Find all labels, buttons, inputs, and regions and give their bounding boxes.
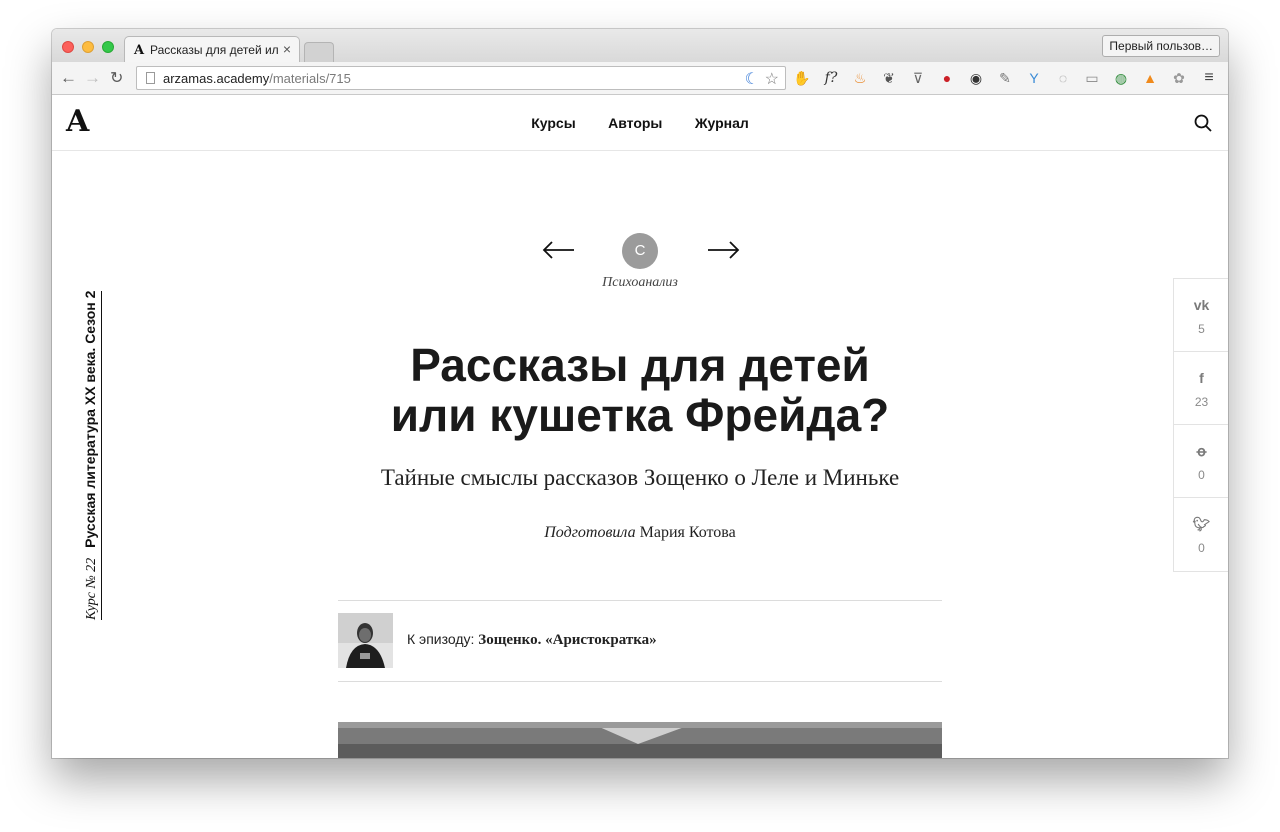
lens-icon[interactable]: ◉ [967,69,985,87]
reader-icon[interactable]: ▭ [1083,69,1101,87]
share-panel: vk 5 f 23 ꝋ 0 🐦︎ 0 [1173,278,1228,572]
facebook-icon: f [1199,370,1204,386]
browser-toolbar: ← → ↻ arzamas.academy/materials/715 ☾ ☆ … [52,62,1228,95]
browser-window: A Рассказы для детей или кушетка Фрейда?… [52,29,1228,758]
adblock-icon[interactable]: ✋ [793,69,811,87]
episode-text: К эпизоду: Зощенко. «Аристократка» [407,631,657,649]
main-nav: Курсы Авторы Журнал [52,115,1228,133]
episode-prefix: К эпизоду: [407,631,475,647]
byline: Подготовила Мария Котова [52,524,1228,542]
url-path: /materials/715 [269,71,351,86]
evernote-icon[interactable]: ❦ [880,69,898,87]
article-subtitle: Тайные смыслы рассказов Зощенко о Леле и… [380,465,900,490]
url-host: arzamas.academy [163,71,270,86]
analytics-icon[interactable]: ▲ [1141,69,1159,87]
hero-image [338,722,942,758]
share-count: 0 [1198,468,1205,482]
profile-button[interactable]: Первый пользов… [1102,35,1220,57]
episode-title[interactable]: Зощенко. «Аристократка» [478,632,656,648]
reload-icon[interactable]: ↻ [110,68,123,88]
course-number: Курс № 22 [84,557,99,620]
address-bar[interactable]: arzamas.academy/materials/715 ☾ ☆ [136,66,786,90]
episode-thumbnail [338,613,393,668]
search-icon[interactable] [1194,114,1212,132]
share-odnoklassniki[interactable]: ꝋ 0 [1174,425,1228,498]
category-badge[interactable]: С [622,233,658,269]
y-extension-icon[interactable]: Y [1025,69,1043,87]
title-line-2: или кушетка Фрейда? [390,389,890,441]
share-facebook[interactable]: f 23 [1174,352,1228,425]
byline-author[interactable]: Мария Котова [640,524,736,541]
share-count: 23 [1194,395,1209,409]
twitter-icon: 🐦︎ [1192,516,1211,532]
fire-icon[interactable]: ♨ [851,69,869,87]
byline-role: Подготовила [544,524,636,541]
tab-bar: A Рассказы для детей или кушетка Фрейда?… [52,29,1228,63]
paw-icon[interactable]: ✿ [1170,69,1188,87]
menu-icon[interactable]: ≡ [1200,69,1218,87]
tab-close-icon[interactable]: × [283,41,291,57]
close-window-button[interactable] [62,41,74,53]
eyedropper-icon[interactable]: ✎ [996,69,1014,87]
pocket-icon[interactable]: ⊽ [909,69,927,87]
page-icon [146,72,155,84]
next-arrow-icon[interactable] [706,233,740,267]
site-header: A Курсы Авторы Журнал [52,95,1228,151]
page-content: A Курсы Авторы Журнал Курс № 22Русская л… [52,95,1228,758]
timer-extension-icon[interactable]: ◍ [1112,69,1130,87]
arzamas-favicon-icon: A [134,43,145,58]
nav-journal[interactable]: Журнал [695,115,749,131]
nav-courses[interactable]: Курсы [531,115,575,131]
previous-arrow-icon[interactable] [542,233,576,267]
vk-icon: vk [1193,297,1210,313]
minimize-window-button[interactable] [82,41,94,53]
url-text[interactable]: arzamas.academy/materials/715 [163,71,351,86]
refresh-extension-icon[interactable]: ◌ [1054,69,1072,87]
pinterest-icon[interactable]: ● [938,69,956,87]
browser-tab[interactable]: A Рассказы для детей или кушетка Фрейда?… [124,36,300,63]
share-count: 5 [1198,322,1205,336]
category-label[interactable]: Психоанализ [52,275,1228,291]
material-navigation: С [542,233,740,273]
back-icon[interactable]: ← [60,68,77,88]
article-title: Рассказы для детей или кушетка Фрейда? [52,340,1228,440]
share-vk[interactable]: vk 5 [1174,279,1228,352]
episode-link[interactable]: К эпизоду: Зощенко. «Аристократка» [338,600,942,682]
forward-icon[interactable]: → [84,68,101,88]
share-twitter[interactable]: 🐦︎ 0 [1174,498,1228,571]
odnoklassniki-icon: ꝋ [1196,443,1207,459]
tab-title: Рассказы для детей или кушетка Фрейда? [150,43,278,57]
moon-extension-icon[interactable]: ☾ [745,69,759,89]
zoom-window-button[interactable] [102,41,114,53]
formula-icon[interactable]: f? [822,69,840,87]
share-count: 0 [1198,541,1205,555]
bookmark-star-icon[interactable]: ☆ [765,69,779,89]
nav-authors[interactable]: Авторы [608,115,662,131]
new-tab-button[interactable] [304,42,334,62]
title-line-1: Рассказы для детей [410,339,870,391]
